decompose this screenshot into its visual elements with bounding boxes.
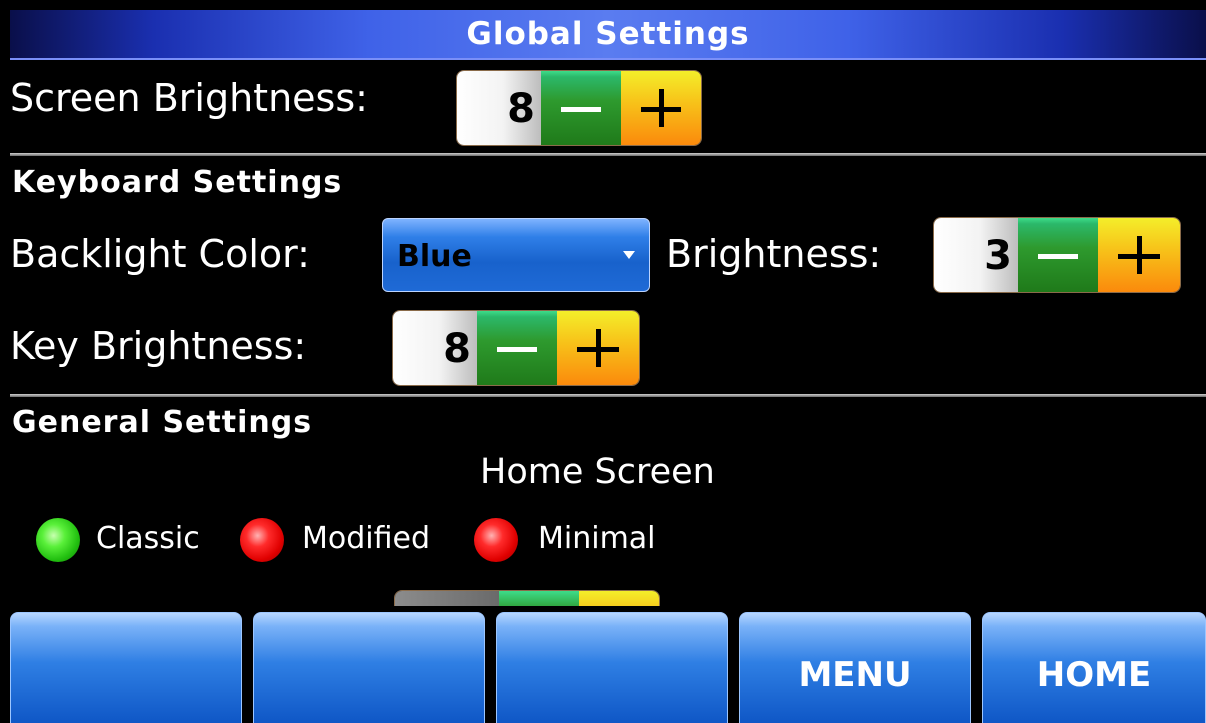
backlight-color-label: Backlight Color: [10, 232, 310, 276]
menu-button[interactable]: MENU [739, 612, 971, 723]
classic-radio[interactable] [36, 518, 80, 562]
screen-brightness-value: 8 [457, 71, 541, 145]
minimal-radio[interactable] [474, 518, 518, 562]
home-screen-label: Home Screen [480, 452, 715, 492]
screen-brightness-minus-button[interactable] [541, 71, 621, 145]
home-button[interactable]: HOME [982, 612, 1206, 723]
screen-brightness-label: Screen Brightness: [10, 76, 368, 120]
chevron-down-icon [623, 251, 635, 259]
screen-brightness-plus-button[interactable] [621, 71, 701, 145]
keyboard-brightness-plus-button[interactable] [1098, 218, 1180, 292]
bottom-button-1[interactable] [10, 612, 242, 723]
divider [10, 153, 1206, 156]
screen-brightness-stepper: 8 [456, 70, 702, 146]
keyboard-brightness-minus-button[interactable] [1018, 218, 1098, 292]
minimal-label: Minimal [538, 521, 656, 556]
modified-label: Modified [302, 521, 431, 556]
keyboard-settings-heading: Keyboard Settings [12, 165, 343, 200]
divider [10, 394, 1206, 397]
key-brightness-minus-button[interactable] [477, 311, 557, 385]
backlight-color-value: Blue [397, 239, 472, 274]
keyboard-brightness-stepper: 3 [933, 217, 1181, 293]
key-brightness-plus-button[interactable] [557, 311, 639, 385]
key-brightness-label: Key Brightness: [10, 324, 307, 368]
classic-label: Classic [96, 521, 200, 556]
key-brightness-value: 8 [393, 311, 477, 385]
keyboard-brightness-label: Brightness: [666, 232, 882, 276]
title-bar: Global Settings [10, 10, 1206, 60]
bottom-button-3[interactable] [496, 612, 728, 723]
backlight-color-dropdown[interactable]: Blue [382, 218, 650, 292]
keyboard-brightness-value: 3 [934, 218, 1018, 292]
page-title: Global Settings [466, 16, 750, 52]
general-settings-heading: General Settings [12, 405, 313, 440]
bottom-button-2[interactable] [253, 612, 485, 723]
bottom-bar: MENU HOME [0, 606, 1206, 723]
key-brightness-stepper: 8 [392, 310, 640, 386]
modified-radio[interactable] [240, 518, 284, 562]
